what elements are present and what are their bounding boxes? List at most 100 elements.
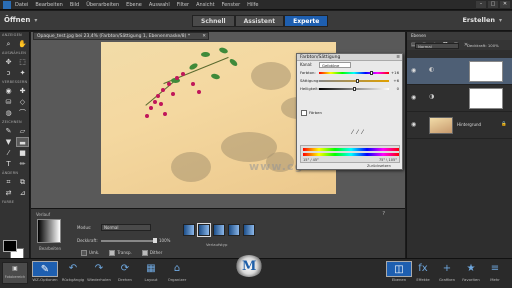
- layer-visibility-eye-icon[interactable]: ◉: [411, 94, 416, 101]
- menu-item-help[interactable]: Hilfe: [247, 2, 258, 8]
- layout-button[interactable]: ▦ Layout: [138, 261, 164, 282]
- transparency-checkbox[interactable]: Transp.: [109, 250, 131, 256]
- redo-button[interactable]: ↷ Wiederholen: [86, 261, 112, 282]
- menu-item-filter[interactable]: Filter: [177, 2, 189, 8]
- layer-visibility-eye-icon[interactable]: ◉: [411, 121, 416, 128]
- radial-gradient-button[interactable]: [197, 223, 211, 237]
- menu-item-edit[interactable]: Bearbeiten: [35, 2, 62, 8]
- gradient-tool-icon[interactable]: ▬: [16, 137, 29, 147]
- crop-tool-icon[interactable]: ⌗: [2, 177, 15, 187]
- hand-tool-icon[interactable]: ✋: [16, 39, 29, 49]
- opacity-slider-knob[interactable]: [153, 238, 157, 243]
- layer-opacity-field[interactable]: Deckkraft: 100%: [467, 43, 499, 48]
- saturation-slider-knob[interactable]: [356, 79, 359, 83]
- open-button[interactable]: Öffnen: [4, 16, 37, 24]
- layer-row[interactable]: ◉ ◐: [407, 58, 512, 85]
- lasso-tool-icon[interactable]: ↄ: [2, 68, 15, 78]
- content-move-tool-icon[interactable]: ⇄: [2, 188, 15, 198]
- mode-select[interactable]: Normal: [101, 224, 151, 231]
- mode-label: Modus:: [77, 225, 92, 230]
- dither-checkbox[interactable]: Dither: [142, 250, 162, 256]
- text-tool-icon[interactable]: T: [2, 159, 15, 169]
- color-picker-tool-icon[interactable]: ⁄: [2, 148, 15, 158]
- tool-options-button[interactable]: ✎ WZ-Optionen: [32, 261, 58, 282]
- linear-gradient-button[interactable]: [183, 224, 195, 236]
- marquee-tool-icon[interactable]: ⬚: [16, 57, 29, 67]
- mode-quick-tab[interactable]: Schnell: [192, 15, 235, 27]
- menu-item-enhance[interactable]: Überarbeiten: [86, 2, 119, 8]
- lightness-slider[interactable]: [319, 87, 389, 91]
- reflected-gradient-button[interactable]: [228, 224, 240, 236]
- help-icon[interactable]: ?: [382, 211, 385, 217]
- more-panel-button[interactable]: ≡ Mehr: [482, 261, 508, 282]
- layer-visibility-eye-icon[interactable]: ◉: [411, 67, 416, 74]
- graphics-panel-button[interactable]: + Grafiken: [434, 261, 460, 282]
- reset-button[interactable]: Zurücksetzen: [367, 164, 391, 168]
- layer-row[interactable]: ◉ ◑: [407, 85, 512, 112]
- blend-mode-select[interactable]: Normal: [415, 43, 459, 49]
- gradient-preview[interactable]: [37, 219, 61, 243]
- more-label: Mehr: [490, 277, 500, 282]
- mode-guided-tab[interactable]: Assistent: [234, 15, 285, 27]
- layers-panel-button[interactable]: ◫ Ebenen: [386, 261, 412, 282]
- menu-item-window[interactable]: Fenster: [222, 2, 241, 8]
- document-tab[interactable]: Opaque_test.jpg bei 23,4% (Farbton/Sätti…: [33, 32, 209, 40]
- colorize-checkbox[interactable]: Färben: [301, 110, 322, 116]
- reverse-checkbox[interactable]: Umk.: [81, 250, 99, 256]
- organizer-button[interactable]: ⌂ Organizer: [164, 261, 190, 282]
- effects-panel-button[interactable]: fx Effekte: [410, 261, 436, 282]
- hue-slider[interactable]: [319, 71, 389, 75]
- blur-tool-icon[interactable]: ◇: [16, 97, 29, 107]
- recompose-tool-icon[interactable]: ⧉: [16, 177, 29, 187]
- photo-bin-button[interactable]: ▣ Fotobereich: [2, 262, 28, 284]
- quick-select-tool-icon[interactable]: ✦: [16, 68, 29, 78]
- straighten-tool-icon[interactable]: ⊿: [16, 188, 29, 198]
- layout-icon: ▦: [146, 263, 156, 274]
- panel-title-bar[interactable]: Farbton/Sättigung ≡: [297, 54, 402, 61]
- menu-item-layer[interactable]: Ebene: [126, 2, 142, 8]
- smart-brush-tool-icon[interactable]: ⌒: [16, 108, 29, 118]
- edit-gradient-button[interactable]: Bearbeiten: [39, 246, 61, 251]
- menu-item-file[interactable]: Datei: [15, 2, 28, 8]
- mode-expert-tab[interactable]: Experte: [284, 15, 329, 27]
- layer-mask-thumbnail[interactable]: [469, 88, 503, 109]
- background-layer-thumbnail[interactable]: [429, 117, 453, 134]
- foreground-color-swatch[interactable]: [3, 240, 17, 252]
- red-eye-tool-icon[interactable]: ◉: [2, 86, 15, 96]
- close-window-button[interactable]: ✕: [500, 1, 510, 8]
- close-panel-icon[interactable]: ≡: [396, 54, 400, 61]
- eyedropper-subtract-icon[interactable]: ⁄: [362, 129, 363, 136]
- menu-item-view[interactable]: Ansicht: [196, 2, 214, 8]
- undo-label: Rückgängig: [61, 277, 85, 282]
- zoom-tool-icon[interactable]: ⌕: [2, 39, 15, 49]
- menu-item-select[interactable]: Auswahl: [149, 2, 170, 8]
- eyedropper-icon[interactable]: ⁄: [352, 129, 353, 136]
- sponge-tool-icon[interactable]: ◍: [2, 108, 15, 118]
- saturation-slider[interactable]: [319, 79, 389, 83]
- close-document-icon[interactable]: ✕: [202, 33, 206, 39]
- layer-row[interactable]: ◉ Hintergrund 🔒: [407, 112, 512, 139]
- spot-healing-tool-icon[interactable]: ✚: [16, 86, 29, 96]
- shape-tool-icon[interactable]: ■: [16, 148, 29, 158]
- menu-item-image[interactable]: Bild: [70, 2, 79, 8]
- rotate-button[interactable]: ⟳ Drehen: [112, 261, 138, 282]
- opacity-slider[interactable]: [101, 238, 157, 243]
- eraser-tool-icon[interactable]: ▱: [16, 126, 29, 136]
- clone-stamp-tool-icon[interactable]: ⛁: [2, 97, 15, 107]
- color-range-bars[interactable]: 15° / 45° 75° \ 105°: [300, 145, 400, 163]
- favorites-panel-button[interactable]: ★ Favoriten: [458, 261, 484, 282]
- undo-button[interactable]: ↶ Rückgängig: [60, 261, 86, 282]
- eyedropper-add-icon[interactable]: ⁄: [357, 129, 358, 136]
- maximize-button[interactable]: □: [488, 1, 498, 8]
- lightness-slider-knob[interactable]: [352, 87, 356, 91]
- layer-mask-thumbnail[interactable]: [469, 61, 503, 82]
- move-tool-icon[interactable]: ✥: [2, 57, 15, 67]
- paint-bucket-tool-icon[interactable]: ▼: [2, 137, 15, 147]
- pencil-tool-icon[interactable]: ✏: [16, 159, 29, 169]
- create-button[interactable]: Erstellen: [462, 16, 502, 24]
- minimize-button[interactable]: –: [476, 1, 486, 8]
- diamond-gradient-button[interactable]: [243, 224, 255, 236]
- angle-gradient-button[interactable]: [213, 224, 225, 236]
- hue-slider-knob[interactable]: [370, 71, 373, 75]
- brush-tool-icon[interactable]: ✎: [2, 126, 15, 136]
